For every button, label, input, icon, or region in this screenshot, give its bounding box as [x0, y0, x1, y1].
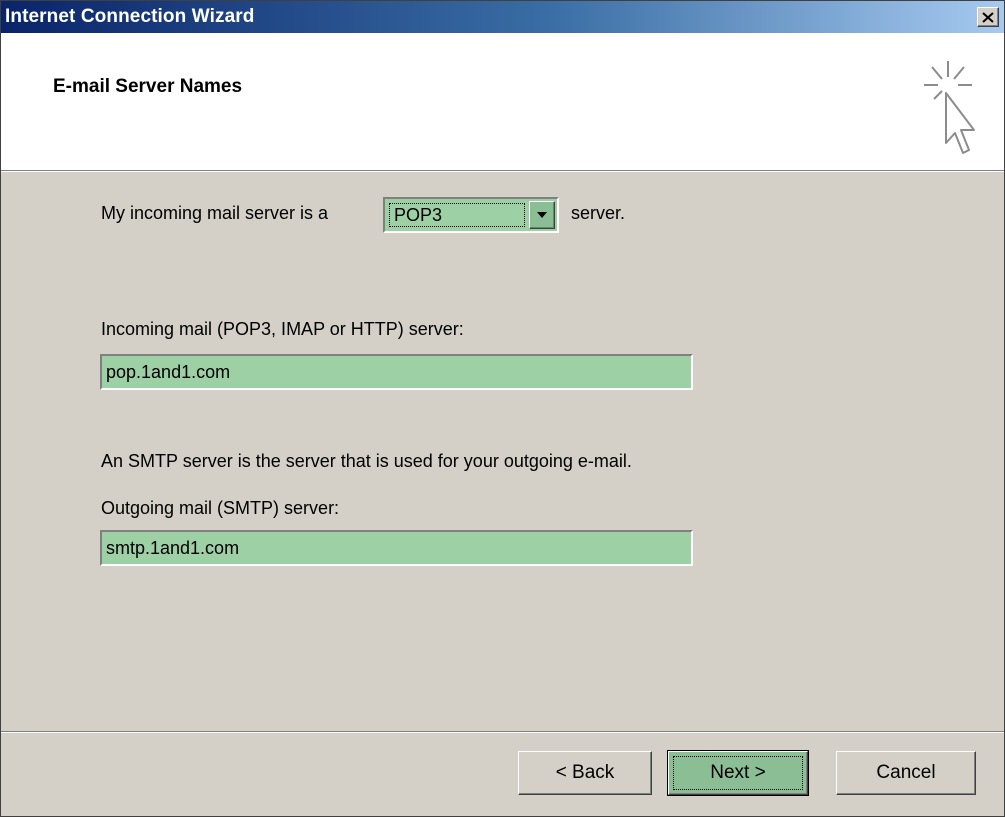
back-button[interactable]: < Back: [518, 751, 652, 795]
page-title: E-mail Server Names: [53, 76, 243, 97]
next-button-label: Next >: [710, 762, 766, 783]
server-type-dropdown[interactable]: POP3: [383, 197, 559, 233]
dropdown-button[interactable]: [529, 201, 555, 229]
wizard-window: Internet Connection Wizard E-mail Server…: [0, 0, 1005, 817]
smtp-info-text: An SMTP server is the server that is use…: [101, 451, 632, 471]
outgoing-server-field[interactable]: [100, 530, 693, 566]
next-button[interactable]: Next >: [667, 750, 809, 796]
title-bar[interactable]: Internet Connection Wizard: [1, 1, 1004, 33]
server-type-suffix: server.: [571, 203, 626, 223]
cancel-button[interactable]: Cancel: [836, 751, 976, 795]
wizard-cursor-sparkle-icon: [924, 61, 975, 154]
server-type-value: POP3: [389, 203, 525, 227]
close-x-icon: [982, 11, 994, 23]
chevron-down-icon: [537, 212, 547, 218]
outgoing-server-label: Outgoing mail (SMTP) server:: [101, 498, 340, 518]
incoming-server-field[interactable]: [100, 354, 693, 390]
server-type-label: My incoming mail server is a: [101, 203, 329, 223]
window-title: Internet Connection Wizard: [5, 6, 255, 27]
incoming-server-label: Incoming mail (POP3, IMAP or HTTP) serve…: [101, 319, 464, 339]
footer-divider: [1, 731, 1004, 733]
wizard-header: E-mail Server Names: [1, 33, 1004, 171]
close-button[interactable]: [977, 7, 999, 27]
